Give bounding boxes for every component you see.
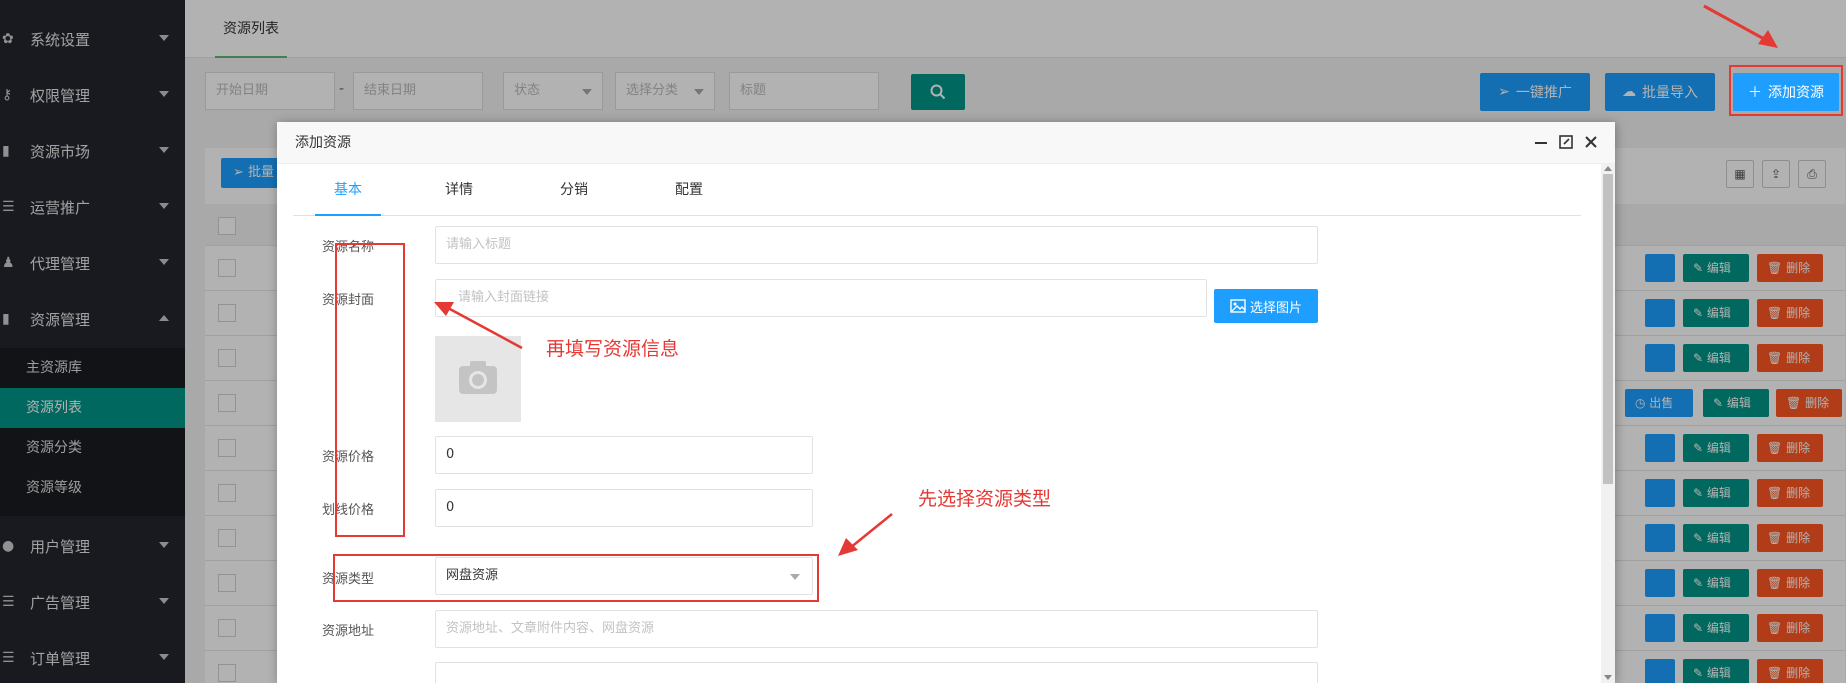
annotation-fill-info: 再填写资源信息: [546, 338, 680, 360]
maximize-icon[interactable]: [1558, 134, 1574, 150]
arrow-annotation-fill-info: [434, 302, 523, 350]
resource-address-input[interactable]: 资源地址、文章附件内容、网盘资源: [435, 610, 1318, 648]
select-image-button[interactable]: 选择图片: [1214, 289, 1318, 323]
highlight-box-resource-type: [333, 554, 819, 602]
minimize-icon[interactable]: [1533, 134, 1549, 150]
tab-basic[interactable]: 基本: [315, 164, 381, 216]
resource-cover-input[interactable]: 请输入封面链接: [435, 279, 1207, 317]
strike-price-input[interactable]: 0: [435, 489, 813, 527]
scroll-down-icon[interactable]: [1604, 675, 1612, 680]
tab-distribution[interactable]: 分销: [541, 164, 607, 216]
scrollbar-thumb[interactable]: [1603, 174, 1613, 484]
modal-title-bar: 添加资源: [277, 122, 1615, 164]
highlight-box-add-button: [1729, 65, 1843, 116]
tab-details[interactable]: 详情: [426, 164, 492, 216]
highlight-box-field-labels: [335, 243, 405, 537]
modal-body: 基本 详情 分销 配置 资源名称 请输入标题 资源封面 请输入封面链接 选择图片: [277, 164, 1615, 683]
resource-address-label: 资源地址: [322, 624, 375, 639]
modal-tabs: 基本 详情 分销 配置: [293, 164, 1581, 216]
resource-name-input[interactable]: 请输入标题: [435, 226, 1318, 264]
next-field-input[interactable]: [435, 662, 1318, 683]
scroll-up-icon[interactable]: [1604, 166, 1612, 171]
resource-price-input[interactable]: 0: [435, 436, 813, 474]
arrow-annotation-choose-type: [838, 513, 893, 556]
image-icon: [1230, 299, 1246, 313]
close-icon[interactable]: [1583, 134, 1599, 150]
annotation-choose-type: 先选择资源类型: [918, 488, 1052, 510]
arrow-annotation-add-button: [1703, 4, 1778, 48]
select-image-label: 选择图片: [1249, 300, 1302, 316]
tab-config[interactable]: 配置: [656, 164, 722, 216]
modal-scrollbar[interactable]: [1601, 164, 1615, 683]
modal-title: 添加资源: [295, 135, 351, 151]
